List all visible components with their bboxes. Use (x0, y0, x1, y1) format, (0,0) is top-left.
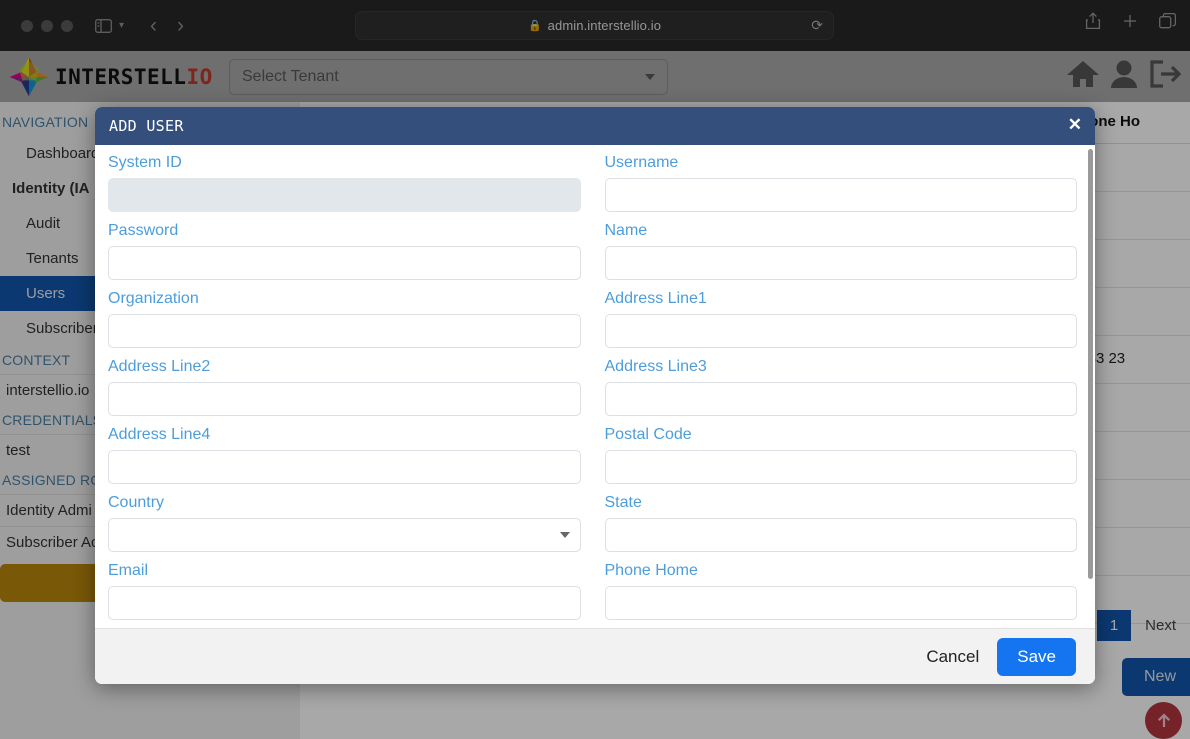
field-name: Name (604, 222, 1077, 280)
field-postal-code: Postal Code (604, 426, 1077, 484)
close-icon[interactable]: ✕ (1068, 116, 1082, 133)
postal-code-input[interactable] (604, 450, 1077, 484)
label-address-line4: Address Line4 (108, 426, 211, 443)
modal-scrollbar[interactable] (1088, 149, 1093, 579)
screen: ▾ ‹ › 🔒 admin.interstellio.io ⟳ INTERSTE… (0, 0, 1190, 739)
modal-body: System ID Username Password Name Organiz… (95, 145, 1095, 628)
field-system-id: System ID (108, 154, 581, 212)
label-email: Email (108, 562, 149, 579)
cancel-button[interactable]: Cancel (926, 647, 979, 667)
label-phone-home: Phone Home (604, 562, 698, 579)
name-input[interactable] (604, 246, 1077, 280)
label-system-id: System ID (108, 154, 182, 171)
address-line2-input[interactable] (108, 382, 581, 416)
label-state: State (604, 494, 642, 511)
label-name: Name (604, 222, 648, 239)
label-username: Username (604, 154, 679, 171)
country-select[interactable] (108, 518, 581, 552)
password-input[interactable] (108, 246, 581, 280)
field-state: State (604, 494, 1077, 552)
field-address-line2: Address Line2 (108, 358, 581, 416)
label-country: Country (108, 494, 165, 511)
field-username: Username (604, 154, 1077, 212)
address-line3-input[interactable] (604, 382, 1077, 416)
address-line4-input[interactable] (108, 450, 581, 484)
field-email: Email (108, 562, 581, 620)
label-address-line2: Address Line2 (108, 358, 211, 375)
field-country: Country (108, 494, 581, 552)
label-organization: Organization (108, 290, 199, 307)
field-address-line1: Address Line1 (604, 290, 1077, 348)
email-input[interactable] (108, 586, 581, 620)
state-input[interactable] (604, 518, 1077, 552)
add-user-form: System ID Username Password Name Organiz… (108, 154, 1077, 628)
label-address-line1: Address Line1 (604, 290, 707, 307)
phone-home-input[interactable] (604, 586, 1077, 620)
modal-footer: Cancel Save (95, 628, 1095, 684)
add-user-modal: ADD USER ✕ System ID Username Password N… (95, 107, 1095, 684)
field-phone-home: Phone Home (604, 562, 1077, 620)
label-password: Password (108, 222, 179, 239)
system-id-input (108, 178, 581, 212)
organization-input[interactable] (108, 314, 581, 348)
field-organization: Organization (108, 290, 581, 348)
save-button[interactable]: Save (997, 637, 1076, 676)
field-address-line3: Address Line3 (604, 358, 1077, 416)
field-password: Password (108, 222, 581, 280)
username-input[interactable] (604, 178, 1077, 212)
modal-header: ADD USER ✕ (95, 107, 1095, 145)
label-address-line3: Address Line3 (604, 358, 707, 375)
field-address-line4: Address Line4 (108, 426, 581, 484)
chevron-down-icon (559, 532, 570, 538)
label-postal-code: Postal Code (604, 426, 692, 443)
address-line1-input[interactable] (604, 314, 1077, 348)
modal-title: ADD USER (109, 117, 184, 135)
